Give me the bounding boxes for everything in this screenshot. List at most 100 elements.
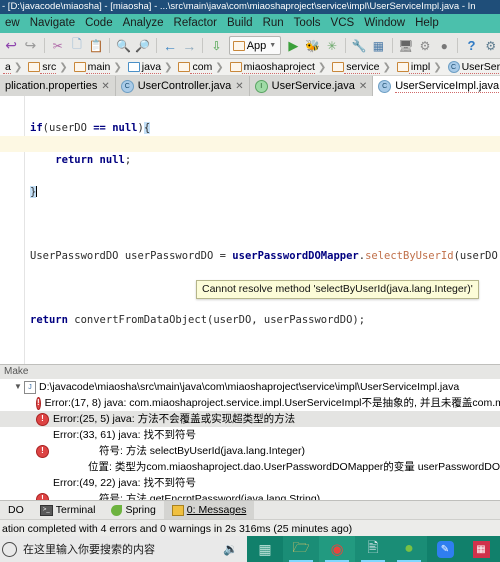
menu-item-build[interactable]: Build [222, 14, 258, 33]
layout-inspector-icon[interactable]: ▦ [369, 36, 387, 55]
tab-userserviceimpl-java[interactable]: C UserServiceImpl.java ✕ [373, 76, 500, 96]
task-view-icon[interactable]: ▦ [247, 536, 283, 562]
menu-item-view[interactable]: ew [0, 14, 25, 33]
copy-icon[interactable]: 🗋 [68, 36, 86, 55]
tab-do[interactable]: DO [0, 501, 32, 519]
menu-item-tools[interactable]: Tools [289, 14, 326, 33]
windows-search-box[interactable]: 在这里输入你要搜索的内容 🔉 [0, 536, 247, 562]
tab-messages[interactable]: 0: Messages [163, 501, 255, 519]
code-editor[interactable]: if(userDO == null){ return null; } UserP… [0, 96, 500, 364]
message-row[interactable]: 位置: 类型为com.miaoshaproject.dao.UserPasswo… [0, 459, 500, 475]
microphone-icon[interactable]: 🔉 [223, 542, 238, 556]
messages-list[interactable]: ▼ J D:\javacode\miaosha\src\main\java\co… [0, 379, 500, 500]
breadcrumb-item-com[interactable]: com ❯ [175, 59, 226, 75]
main-toolbar: ↩ ↪ ✂ 🗋 📋 🔍 🔎 ← → ⇩ App ▼ ▶ 🐝 ✳ 🔧 ▦ 🖥 ⚙ … [0, 33, 500, 59]
module-icon [232, 40, 245, 51]
debug-button[interactable]: 🐝 [303, 36, 321, 55]
help-icon[interactable]: ? [462, 36, 480, 55]
breadcrumb-item-miaoshaproject[interactable]: miaoshaproject ❯ [227, 59, 330, 75]
settings-icon[interactable]: ⚙ [482, 36, 500, 55]
breadcrumb-separator-icon: ❯ [215, 61, 224, 73]
message-row[interactable]: ! Error:(17, 8) java: com.miaoshaproject… [0, 395, 500, 411]
breadcrumb-item-userserviceimpl[interactable]: C UserServiceImpl ❯ [445, 59, 500, 75]
chevron-down-icon[interactable]: ▼ [12, 379, 24, 395]
tab-label: UserService.java [271, 80, 355, 92]
attach-profiler-icon[interactable]: 🔧 [350, 36, 368, 55]
package-icon [178, 62, 191, 72]
breadcrumb-item-a[interactable]: a ❯ [0, 59, 25, 75]
source-folder-icon [127, 62, 140, 72]
code-content[interactable]: if(userDO == null){ return null; } UserP… [0, 96, 500, 364]
menu-item-window[interactable]: Window [359, 14, 410, 33]
tool-window-tab-bar: DO >_ Terminal Spring 0: Messages [0, 500, 500, 519]
android-device-icon[interactable]: ● [435, 36, 453, 55]
close-icon[interactable]: ✕ [235, 81, 243, 92]
message-file-row[interactable]: ▼ J D:\javacode\miaosha\src\main\java\co… [0, 379, 500, 395]
menu-item-analyze[interactable]: Analyze [118, 14, 169, 33]
tab-spring[interactable]: Spring [103, 501, 163, 519]
message-text: 位置: 类型为com.miaoshaproject.dao.UserPasswo… [88, 461, 500, 473]
app-blue-icon[interactable]: ✎ [427, 536, 463, 562]
run-coverage-button[interactable]: ✳ [323, 36, 341, 55]
forward-arrow-icon[interactable]: → [180, 36, 198, 55]
run-button[interactable]: ▶ [284, 36, 302, 55]
replace-icon[interactable]: 🔎 [134, 36, 152, 55]
close-icon[interactable]: ✕ [359, 81, 367, 92]
close-icon[interactable]: ✕ [101, 81, 109, 92]
app-red-icon[interactable]: ▦ [463, 536, 499, 562]
sdk-manager-icon[interactable]: ⚙ [416, 36, 434, 55]
breadcrumb-item-java[interactable]: java ❯ [125, 59, 176, 75]
back-arrow-icon[interactable]: ← [161, 36, 179, 55]
error-tooltip: Cannot resolve method 'selectByUserId(ja… [196, 280, 479, 299]
tab-application-properties[interactable]: plication.properties ✕ [0, 76, 116, 96]
chrome-icon[interactable]: ◉ [319, 536, 355, 562]
menu-item-refactor[interactable]: Refactor [169, 14, 222, 33]
folder-icon [28, 62, 41, 72]
file-explorer-icon[interactable]: 🗁 [283, 536, 319, 562]
tab-userservice-java[interactable]: I UserService.java ✕ [249, 76, 374, 96]
code-line: UserPasswordDO userPasswordDO = userPass… [30, 250, 500, 262]
breadcrumb-item-service[interactable]: service ❯ [329, 59, 394, 75]
message-row[interactable]: ! 符号: 方法 selectByUserId(java.lang.Intege… [0, 443, 500, 459]
make-panel-title: Make [4, 366, 29, 377]
status-text: ation completed with 4 errors and 0 warn… [2, 523, 353, 535]
editor-icon[interactable]: 🖹 [355, 536, 391, 562]
messages-icon [171, 504, 184, 516]
toolbar-separator [202, 38, 204, 53]
search-icon[interactable]: 🔍 [114, 36, 132, 55]
code-line: return null; [55, 154, 132, 166]
message-file-path: D:\javacode\miaosha\src\main\java\com\mi… [39, 381, 460, 393]
breadcrumb-label: UserServiceImpl [459, 61, 500, 74]
tab-terminal[interactable]: >_ Terminal [32, 501, 104, 519]
make-panel-header: Make [0, 364, 500, 379]
menu-item-vcs[interactable]: VCS [326, 14, 360, 33]
breadcrumb-item-impl[interactable]: impl ❯ [394, 59, 445, 75]
menu-item-navigate[interactable]: Navigate [25, 14, 80, 33]
tab-usercontroller-java[interactable]: C UserController.java ✕ [115, 76, 250, 96]
error-icon: ! [36, 413, 49, 426]
error-tooltip-text: Cannot resolve method 'selectByUserId(ja… [202, 283, 473, 295]
undo-icon[interactable]: ↩ [2, 36, 20, 55]
tab-label: Spring [125, 504, 156, 516]
menu-item-code[interactable]: Code [80, 14, 118, 33]
spring-leaf-icon [111, 504, 123, 516]
breadcrumb-separator-icon: ❯ [13, 61, 23, 73]
redo-icon[interactable]: ↪ [21, 36, 39, 55]
compile-icon[interactable]: ⇩ [207, 36, 225, 55]
menu-item-help[interactable]: Help [410, 14, 444, 33]
menu-item-run[interactable]: Run [258, 14, 289, 33]
message-row[interactable]: ! Error:(25, 5) java: 方法不会覆盖或实现超类型的方法 [0, 411, 500, 427]
paste-icon[interactable]: 📋 [87, 36, 105, 55]
taskbar-buttons: ▦ 🗁 ◉ 🖹 ● ✎ ▦ [247, 536, 500, 562]
message-row[interactable]: ! 符号: 方法 getEncrptPassword(java.lang.Str… [0, 491, 500, 500]
message-row[interactable]: Error:(49, 22) java: 找不到符号 [0, 475, 500, 491]
package-icon [332, 62, 345, 72]
run-configuration-selector[interactable]: App ▼ [228, 36, 282, 55]
message-row[interactable]: Error:(33, 61) java: 找不到符号 [0, 427, 500, 443]
navicat-icon[interactable]: ● [391, 536, 427, 562]
avd-manager-icon[interactable]: 🖥 [397, 36, 415, 55]
cut-icon[interactable]: ✂ [49, 36, 67, 55]
breadcrumb-item-src[interactable]: src ❯ [25, 59, 70, 75]
breadcrumb-item-main[interactable]: main ❯ [71, 59, 125, 75]
